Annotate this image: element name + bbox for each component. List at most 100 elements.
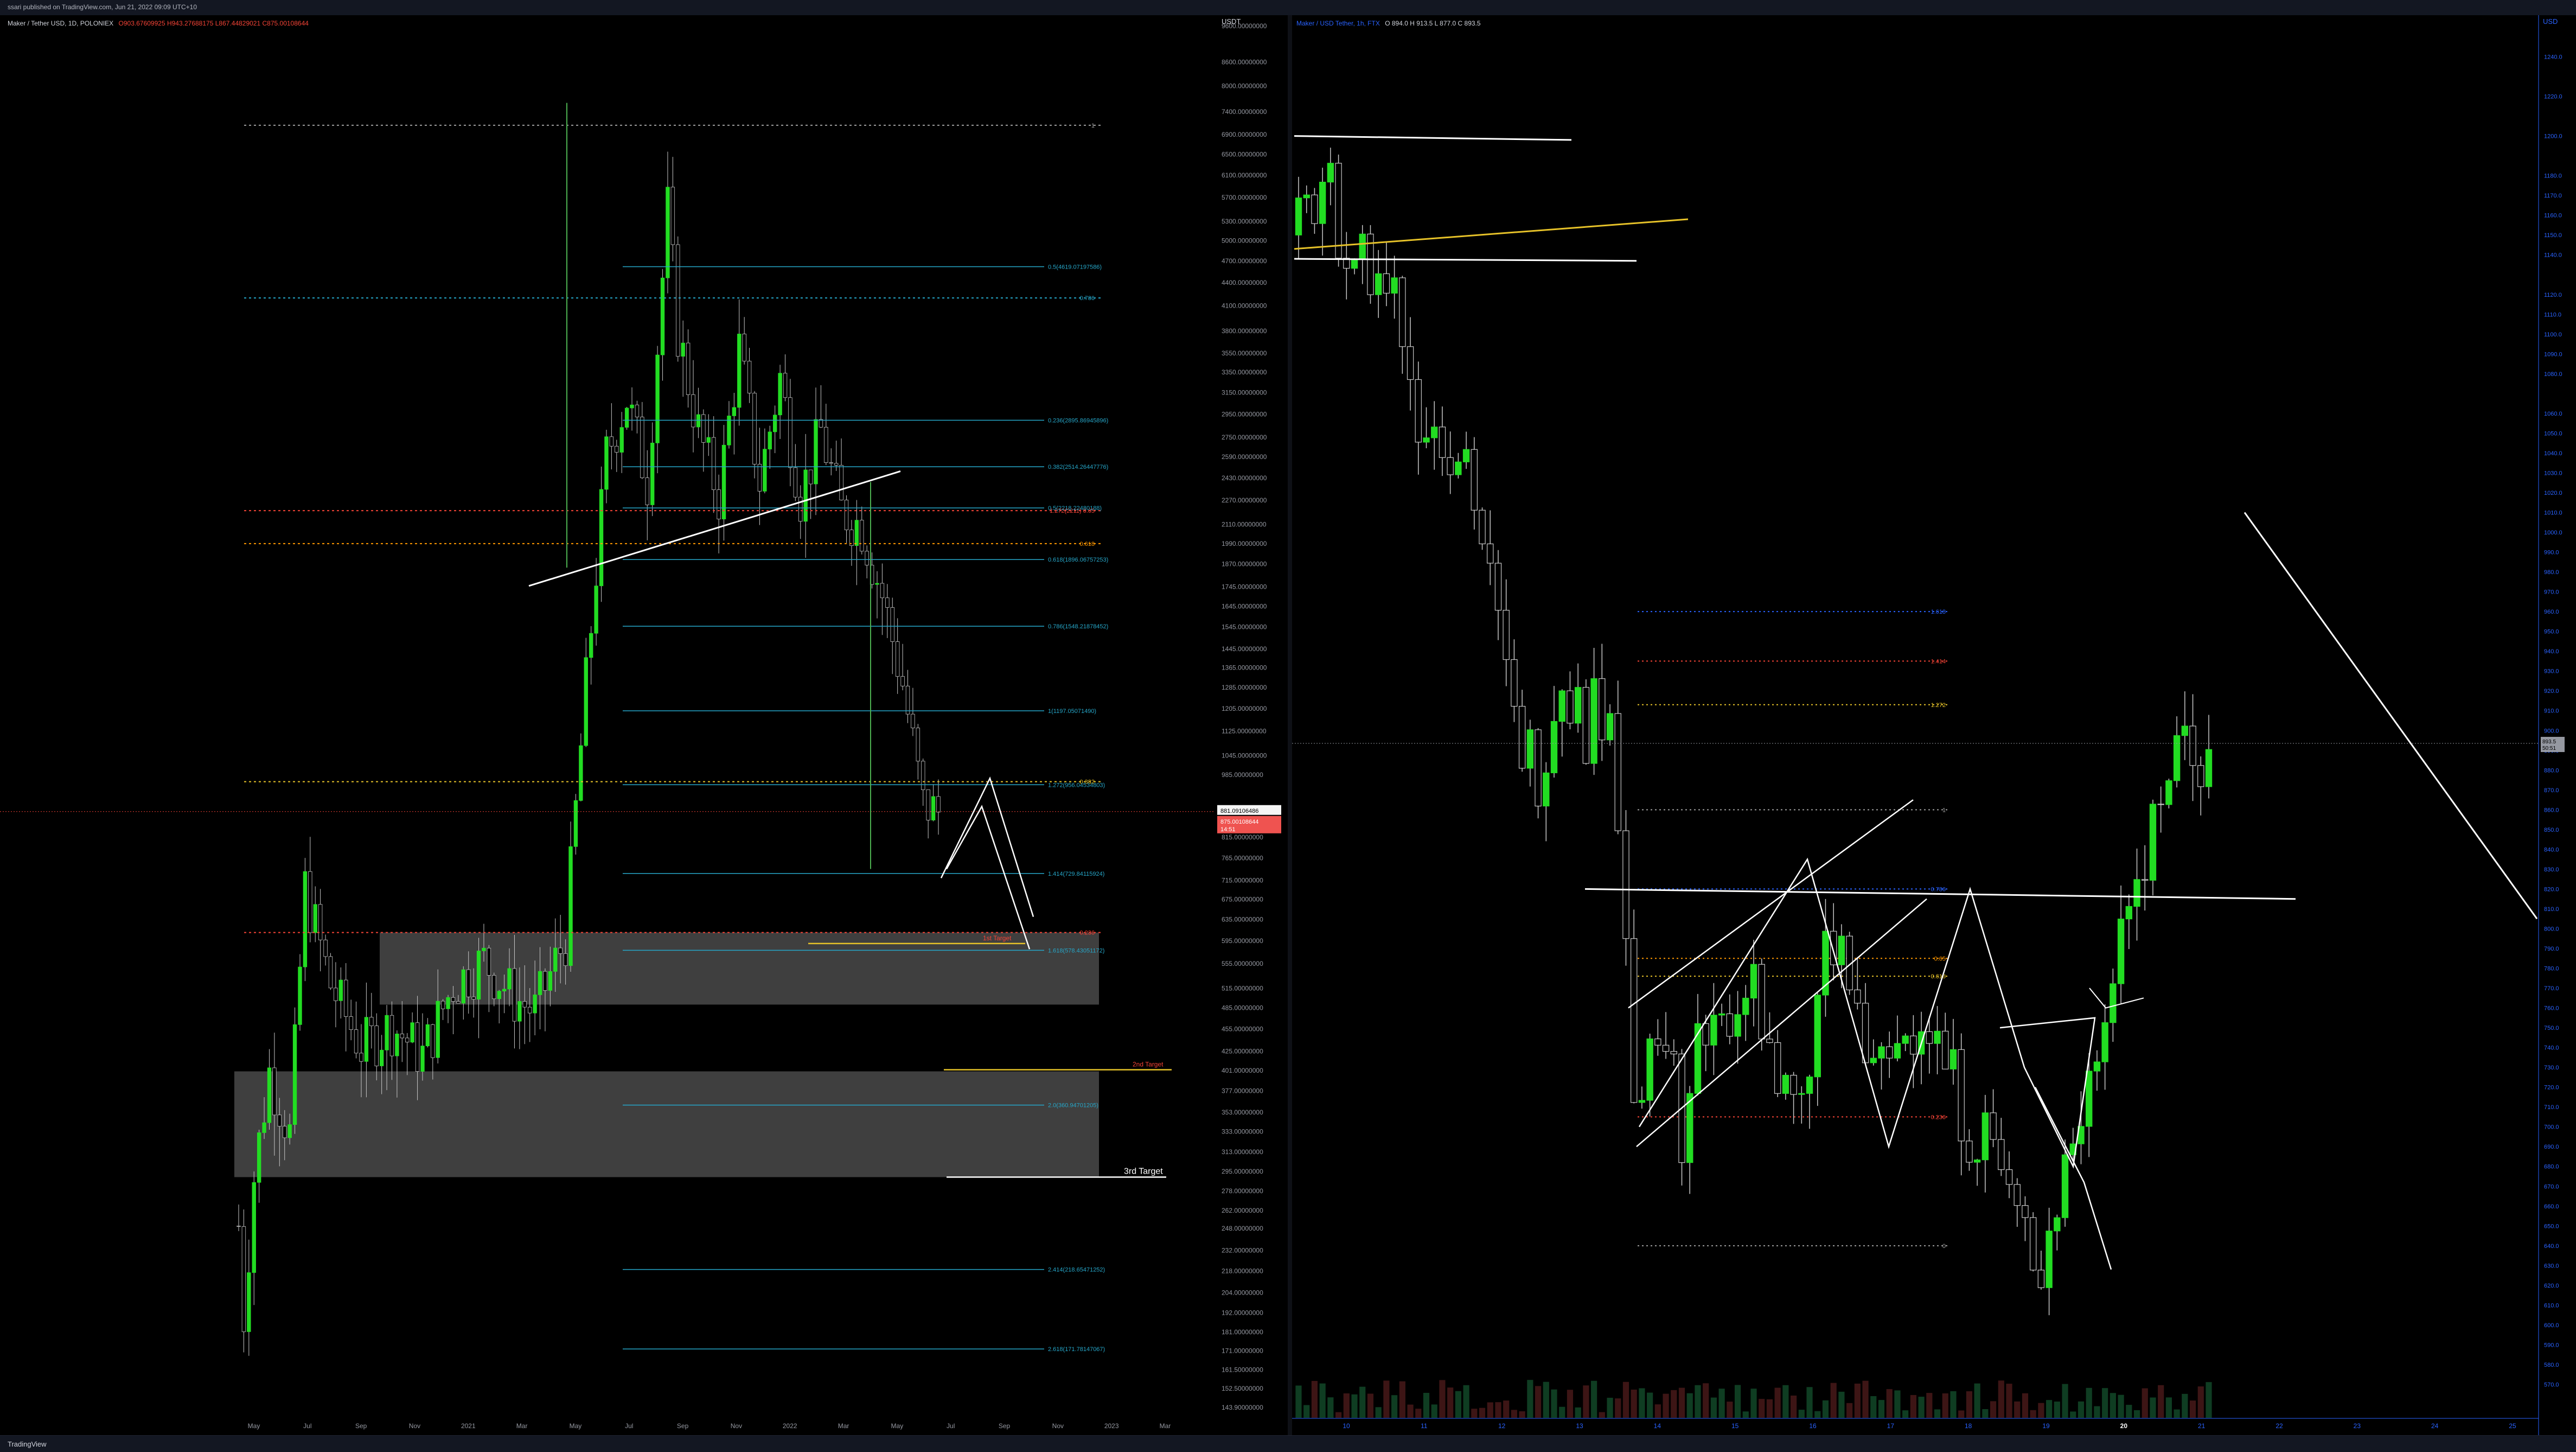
right-y-tick: 580.0 bbox=[2544, 1362, 2559, 1368]
right-candle-body bbox=[2189, 725, 2196, 766]
left-y-tick: 295.00000000 bbox=[1222, 1168, 1263, 1175]
right-volume-bar bbox=[1575, 1407, 1581, 1418]
right-x-tick: 13 bbox=[1576, 1422, 1583, 1430]
right-ohlc-low: L 877.0 bbox=[1434, 20, 1456, 27]
left-candle-body bbox=[252, 1182, 256, 1273]
right-volume-bar bbox=[1695, 1385, 1701, 1418]
right-volume-bar bbox=[2182, 1393, 2188, 1418]
right-candle-body bbox=[1375, 273, 1382, 295]
left-candle-body bbox=[379, 1049, 384, 1066]
right-y-tick: 1050.0 bbox=[2544, 430, 2562, 437]
channel-lower bbox=[1636, 898, 1927, 1148]
right-candle-body bbox=[1670, 1051, 1678, 1055]
chart-pane-left[interactable]: USDT 9600.00000000 8600.00000000 8000.00000… bbox=[0, 15, 1288, 1435]
left-candle-body bbox=[783, 373, 788, 398]
left-candle-body bbox=[936, 796, 941, 813]
right-ohlc-close: C 893.5 bbox=[1458, 20, 1481, 27]
left-y-tick: 161.50000000 bbox=[1222, 1366, 1263, 1373]
left-candle-body bbox=[768, 431, 772, 450]
left-price-tag-text: 881.09106486 bbox=[1220, 808, 1258, 814]
left-candle-body bbox=[247, 1272, 251, 1332]
right-candle-body bbox=[1351, 258, 1358, 269]
right-candle-body bbox=[1494, 563, 1502, 611]
left-y-tick: 1545.00000000 bbox=[1222, 623, 1267, 631]
right-volume-bar bbox=[2206, 1382, 2212, 1418]
right-candle-body bbox=[1399, 277, 1406, 347]
left-y-tick: 313.00000000 bbox=[1222, 1148, 1263, 1156]
left-candle-body bbox=[921, 761, 925, 790]
left-candle-body bbox=[676, 244, 680, 357]
right-candle-body bbox=[1878, 1046, 1885, 1059]
left-ohlc-low: L867.44829021 bbox=[215, 20, 261, 27]
right-y-tick: 830.0 bbox=[2544, 867, 2559, 873]
right-candle-body bbox=[2181, 725, 2189, 736]
left-y-tick: 635.00000000 bbox=[1222, 915, 1263, 923]
right-fib-label: 1.272 bbox=[1931, 702, 1946, 709]
left-y-tick: 455.00000000 bbox=[1222, 1025, 1263, 1033]
left-candle-body bbox=[476, 951, 481, 1000]
left-fib-label: 0.382(2514.26447776) bbox=[1048, 464, 1108, 470]
right-candle-body bbox=[1902, 1035, 1909, 1044]
diagonal-target-line bbox=[2243, 512, 2538, 920]
right-volume-bar bbox=[2078, 1401, 2085, 1418]
left-candle-body bbox=[354, 1029, 359, 1054]
right-y-tick: 800.0 bbox=[2544, 926, 2559, 932]
channel-upper bbox=[1628, 799, 1914, 1009]
right-volume-bar bbox=[1295, 1385, 1302, 1418]
right-x-tick: 22 bbox=[2275, 1422, 2283, 1430]
right-chart-svg[interactable]: USD 1240.0 1220.0 1200.0 1180.0 1170.0 1160.0 1… bbox=[1292, 15, 2576, 1435]
chart-pane-right[interactable]: USD 1240.0 1220.0 1200.0 1180.0 1170.0 1160.0 1… bbox=[1292, 15, 2576, 1435]
left-y-tick: 232.00000000 bbox=[1222, 1247, 1263, 1254]
right-candle-body bbox=[1758, 964, 1765, 1040]
right-candle-body bbox=[1838, 935, 1845, 965]
left-candle-body bbox=[880, 583, 885, 598]
left-candle-body bbox=[389, 1015, 394, 1056]
left-legend: Maker / Tether USD, 1D, POLONIEX O903.67… bbox=[8, 20, 309, 27]
left-y-tick: 715.00000000 bbox=[1222, 876, 1263, 884]
right-volume-bar bbox=[1487, 1402, 1493, 1418]
right-candle-body bbox=[2086, 1071, 2093, 1127]
right-volume-bar bbox=[2110, 1393, 2116, 1418]
right-x-tick: 10 bbox=[1343, 1422, 1350, 1430]
right-volume-bar bbox=[1622, 1381, 1629, 1418]
right-volume-bar bbox=[1902, 1410, 1909, 1418]
left-candle-body bbox=[885, 597, 890, 608]
left-last-tag-text: 875.00108644 bbox=[1220, 819, 1258, 825]
left-candle-body bbox=[431, 1024, 435, 1058]
right-volume-bar bbox=[1798, 1410, 1805, 1418]
right-y-tick: 740.0 bbox=[2544, 1045, 2559, 1052]
right-volume-bar bbox=[2158, 1385, 2164, 1418]
right-volume-bar bbox=[2142, 1388, 2148, 1418]
left-x-tick: Nov bbox=[1052, 1422, 1064, 1430]
right-y-tick: 920.0 bbox=[2544, 688, 2559, 695]
right-volume-bar bbox=[1439, 1380, 1446, 1418]
right-candle-body bbox=[1439, 426, 1446, 458]
left-candle-body bbox=[584, 657, 588, 746]
right-x-tick: 23 bbox=[2354, 1422, 2361, 1430]
left-candle-body bbox=[772, 415, 777, 432]
right-volume-bar bbox=[2165, 1397, 2172, 1418]
right-candle-body bbox=[1535, 729, 1542, 807]
left-level-label: 0.236 bbox=[1079, 930, 1095, 937]
left-x-tick: Sep bbox=[355, 1422, 367, 1430]
left-chart-svg[interactable]: USDT9600.000000008600.000000008000.00000… bbox=[0, 15, 1288, 1435]
right-y-tick: 780.0 bbox=[2544, 966, 2559, 972]
right-y-tick: 810.0 bbox=[2544, 906, 2559, 913]
right-candle-body bbox=[1662, 1045, 1670, 1052]
right-candle-body bbox=[2037, 1270, 2045, 1288]
left-candle-body bbox=[374, 1026, 379, 1066]
left-candle-body bbox=[911, 714, 915, 729]
right-y-tick: 690.0 bbox=[2544, 1144, 2559, 1150]
left-fib-label: 0.5(2218.22480188) bbox=[1048, 505, 1102, 512]
right-volume-bar bbox=[2118, 1394, 2124, 1418]
pane-divider[interactable] bbox=[1288, 15, 1292, 1435]
left-candle-body bbox=[752, 393, 757, 464]
left-candle-body bbox=[528, 1007, 532, 1014]
left-x-tick: 2023 bbox=[1104, 1422, 1119, 1430]
right-y-tick: 950.0 bbox=[2544, 629, 2559, 635]
left-candle-body bbox=[338, 979, 343, 1001]
right-candle-body bbox=[1303, 194, 1310, 199]
right-candle-body bbox=[1798, 1093, 1805, 1095]
left-y-tick: 815.00000000 bbox=[1222, 833, 1263, 841]
left-candle-body bbox=[507, 968, 512, 990]
